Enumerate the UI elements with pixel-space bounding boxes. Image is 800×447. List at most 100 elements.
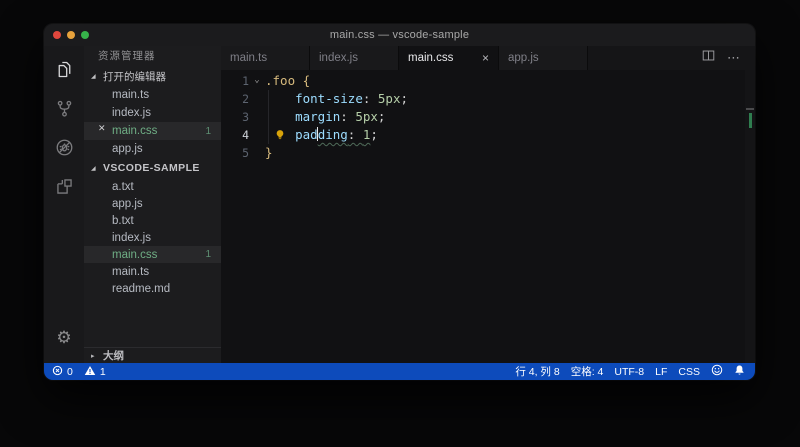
file-label: main.ts <box>112 265 150 278</box>
line-number[interactable]: 5 <box>221 144 249 162</box>
fold-chevron-icon[interactable]: ⌄ <box>249 72 265 90</box>
folder-section-header[interactable]: ◢ VSCODE-SAMPLE <box>84 158 221 178</box>
chevron-expanded-icon: ◢ <box>91 165 97 172</box>
open-editors-header[interactable]: ◢ 打开的编辑器 <box>84 66 221 86</box>
error-circle-icon <box>52 365 63 379</box>
warning-triangle-icon <box>84 365 96 379</box>
tab-main-css[interactable]: main.css × <box>399 46 499 70</box>
outline-label: 大纲 <box>103 350 124 362</box>
code-line-5[interactable]: 5 } <box>221 144 755 162</box>
line-number[interactable]: 2 <box>221 90 249 108</box>
status-left: 0 1 <box>52 365 106 379</box>
close-window-button[interactable] <box>53 31 61 39</box>
status-bar: 0 1 行 4, 列 8 空格: 4 UTF-8 LF CSS <box>44 363 755 380</box>
close-tab-icon[interactable]: × <box>482 52 489 64</box>
sidebar-explorer: 资源管理器 ◢ 打开的编辑器 main.ts index.js ✕ main.c… <box>84 46 221 363</box>
open-editor-index-js[interactable]: index.js <box>84 104 221 122</box>
overview-modified-marker <box>749 113 752 128</box>
file-main-ts[interactable]: main.ts <box>84 263 221 280</box>
problems-button[interactable]: 0 1 <box>52 365 106 379</box>
file-main-css[interactable]: main.css 1 <box>84 246 221 263</box>
code-line-4[interactable]: 4 padding: 1; <box>221 126 755 144</box>
file-b-txt[interactable]: b.txt <box>84 212 221 229</box>
file-label: main.ts <box>112 89 150 101</box>
chevron-expanded-icon: ◢ <box>91 73 96 80</box>
open-editor-main-ts[interactable]: main.ts <box>84 86 221 104</box>
folder-name-label: VSCODE-SAMPLE <box>103 162 200 174</box>
sidebar-title: 资源管理器 <box>98 50 156 62</box>
file-label: app.js <box>112 197 143 210</box>
feedback-smiley-button[interactable] <box>711 364 723 379</box>
activity-debug-button[interactable] <box>44 130 84 169</box>
line-number[interactable]: 4 <box>221 126 249 144</box>
file-a-txt[interactable]: a.txt <box>84 178 221 195</box>
activity-explorer-button[interactable] <box>44 52 84 91</box>
error-count: 0 <box>67 365 73 378</box>
more-actions-icon[interactable]: ⋯ <box>727 50 741 66</box>
git-fork-icon <box>54 98 75 124</box>
editor-code-area[interactable]: 1 ⌄ .foo { 2 font-size: 5px; 3 margin: 5… <box>221 70 755 363</box>
overview-cursor-marker <box>746 108 754 110</box>
cursor-position-button[interactable]: 行 4, 列 8 <box>515 364 559 379</box>
activity-source-control-button[interactable] <box>44 91 84 130</box>
line-number[interactable]: 1 <box>221 72 249 90</box>
file-app-js[interactable]: app.js <box>84 195 221 212</box>
code-text: .foo { <box>265 73 311 88</box>
tab-label: main.ts <box>230 52 268 64</box>
open-editor-main-css[interactable]: ✕ main.css 1 <box>84 122 221 140</box>
extensions-icon <box>54 176 75 202</box>
tab-label: app.js <box>508 52 539 64</box>
code-text: } <box>265 145 273 160</box>
open-editor-app-js[interactable]: app.js <box>84 140 221 158</box>
line-number[interactable]: 3 <box>221 108 249 126</box>
title-bar[interactable]: main.css — vscode-sample <box>44 24 755 46</box>
files-icon <box>54 59 75 85</box>
zoom-window-button[interactable] <box>81 31 89 39</box>
code-line-1[interactable]: 1 ⌄ .foo { <box>221 72 755 90</box>
debug-disabled-icon <box>54 137 75 163</box>
tab-bar: main.ts index.js main.css × app.js ⋯ <box>221 46 755 70</box>
file-label: main.css <box>112 125 158 137</box>
window-title: main.css — vscode-sample <box>329 29 470 41</box>
activity-extensions-button[interactable] <box>44 169 84 208</box>
window-controls <box>53 24 89 46</box>
language-mode-button[interactable]: CSS <box>678 366 700 378</box>
open-editors-label: 打开的编辑器 <box>103 70 166 83</box>
tab-main-ts[interactable]: main.ts <box>221 46 310 70</box>
code-line-2[interactable]: 2 font-size: 5px; <box>221 90 755 108</box>
activity-bar: ⚙ <box>44 46 84 363</box>
settings-gear-button[interactable]: ⚙ <box>44 321 84 355</box>
encoding-button[interactable]: UTF-8 <box>614 366 644 378</box>
workbench-body: ⚙ 资源管理器 ◢ 打开的编辑器 main.ts index.js ✕ main… <box>44 46 755 363</box>
screen-background: main.css — vscode-sample ⚙ 资源管理器 ◢ 打开的编辑… <box>0 0 800 447</box>
file-label: main.css <box>112 248 158 261</box>
minimize-window-button[interactable] <box>67 31 75 39</box>
tab-app-js[interactable]: app.js <box>499 46 588 70</box>
code-text: font-size: 5px; <box>295 91 409 106</box>
editor-pane: main.ts index.js main.css × app.js ⋯ 1 ⌄… <box>221 46 755 363</box>
split-editor-icon[interactable] <box>702 49 715 67</box>
close-editor-icon[interactable]: ✕ <box>98 123 106 134</box>
eol-button[interactable]: LF <box>655 366 667 378</box>
file-label: a.txt <box>112 180 134 193</box>
notifications-bell-button[interactable] <box>734 364 745 379</box>
code-text: margin: 5px; <box>295 109 386 124</box>
editor-actions: ⋯ <box>702 46 755 70</box>
tab-label: main.css <box>408 52 454 64</box>
tab-index-js[interactable]: index.js <box>310 46 399 70</box>
file-label: index.js <box>112 107 151 119</box>
code-line-3[interactable]: 3 margin: 5px; <box>221 108 755 126</box>
file-readme-md[interactable]: readme.md <box>84 280 221 297</box>
tab-label: index.js <box>319 52 358 64</box>
indentation-button[interactable]: 空格: 4 <box>571 364 604 379</box>
status-right: 行 4, 列 8 空格: 4 UTF-8 LF CSS <box>515 364 745 379</box>
editor-overview-ruler[interactable] <box>745 70 755 363</box>
file-index-js[interactable]: index.js <box>84 229 221 246</box>
file-label: readme.md <box>112 282 171 295</box>
vscode-window: main.css — vscode-sample ⚙ 资源管理器 ◢ 打开的编辑… <box>44 24 755 380</box>
smiley-icon <box>711 364 723 379</box>
warning-count: 1 <box>99 365 106 378</box>
outline-section-header[interactable]: ▸ 大纲 <box>84 347 221 363</box>
file-label: index.js <box>112 231 151 244</box>
gear-icon: ⚙ <box>56 328 72 348</box>
